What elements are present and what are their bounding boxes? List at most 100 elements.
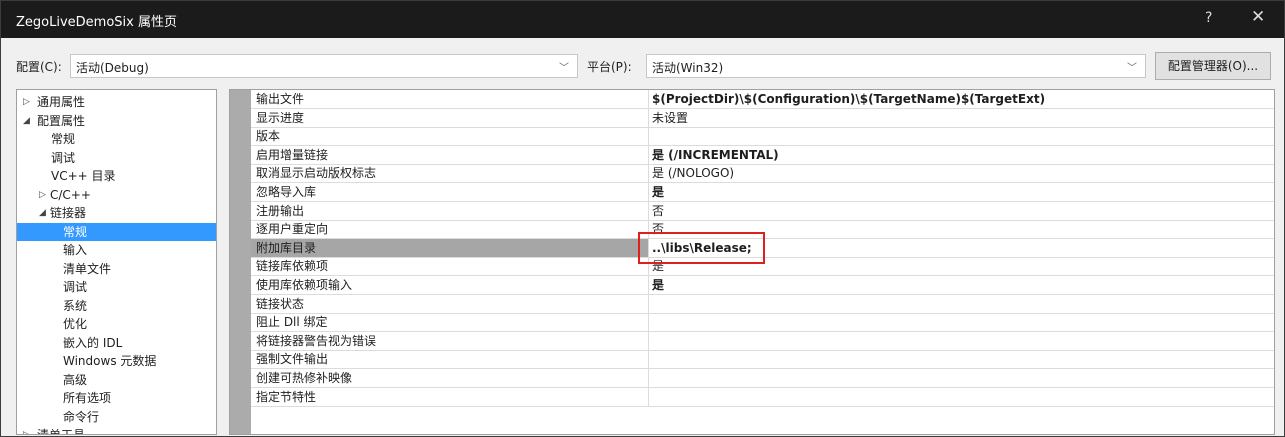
- tree-item[interactable]: Windows 元数据: [17, 352, 216, 370]
- property-name: 指定节特性: [251, 387, 649, 406]
- tree-item-label: 常规: [63, 224, 88, 239]
- property-name: 强制文件输出: [251, 350, 649, 369]
- highlight-box: [638, 232, 765, 264]
- tree-item[interactable]: 清单文件: [17, 260, 216, 278]
- tree-item-label: 输入: [63, 243, 88, 257]
- tree-item[interactable]: 输入: [17, 241, 216, 259]
- tree-item-label: 链接器: [50, 206, 87, 220]
- tree-item-label: C/C++: [50, 187, 91, 202]
- tree-item-label: 优化: [63, 317, 88, 331]
- property-value[interactable]: 是 (/INCREMENTAL): [650, 146, 1274, 164]
- property-value[interactable]: 否: [650, 202, 1274, 220]
- tree-item[interactable]: 调试: [17, 278, 216, 296]
- property-name: 链接状态: [251, 294, 649, 313]
- property-name: 链接库依赖项: [251, 257, 649, 276]
- tree-item[interactable]: 高级: [17, 371, 216, 389]
- property-value[interactable]: 是: [650, 183, 1274, 201]
- tree-item[interactable]: 系统: [17, 297, 216, 315]
- configuration-bar: 配置(C): 活动(Debug) ﹀ 平台(P): 活动(Win32) ﹀ 配置…: [1, 46, 1284, 86]
- tree-item-label: 通用属性: [37, 95, 86, 109]
- property-name: 使用库依赖项输入: [251, 276, 649, 294]
- property-value[interactable]: [650, 388, 1274, 406]
- tree-item[interactable]: VC++ 目录: [17, 167, 216, 185]
- tree-item-label: 命令行: [63, 409, 100, 424]
- property-name: 创建可热修补映像: [251, 369, 649, 387]
- tree-item-label: 配置属性: [37, 113, 86, 128]
- property-row[interactable]: 指定节特性: [251, 387, 1274, 407]
- tree-item-label: 系统: [63, 298, 88, 313]
- tree-item[interactable]: 调试: [17, 149, 216, 167]
- property-value[interactable]: [650, 295, 1274, 313]
- tree-item[interactable]: 命令行: [17, 408, 216, 426]
- property-name: 将链接器警告视为错误: [251, 331, 649, 350]
- chevron-down-icon: ﹀: [559, 63, 569, 74]
- property-name: 输出文件: [251, 90, 649, 108]
- tree-item[interactable]: 优化: [17, 315, 216, 333]
- property-value[interactable]: [650, 350, 1274, 368]
- tree-item[interactable]: ▷ 通用属性: [17, 93, 216, 111]
- expand-arrow-icon[interactable]: ▷: [39, 186, 46, 204]
- property-row[interactable]: 显示进度 未设置: [251, 108, 1274, 128]
- tree-item[interactable]: ◢ 链接器: [17, 204, 216, 222]
- chevron-down-icon: ﹀: [1127, 63, 1137, 74]
- tree-item-label: 嵌入的 IDL: [63, 335, 123, 350]
- property-name: 逐用户重定向: [251, 220, 649, 239]
- property-row[interactable]: 将链接器警告视为错误: [251, 331, 1274, 351]
- property-row[interactable]: 取消显示启动版权标志是 (/NOLOGO): [251, 164, 1274, 184]
- tree-item[interactable]: 所有选项: [17, 389, 216, 407]
- config-manager-button[interactable]: 配置管理器(O)...: [1155, 52, 1271, 80]
- property-row[interactable]: 使用库依赖项输入是: [251, 276, 1274, 295]
- tree-item[interactable]: ◢ 配置属性: [17, 112, 216, 130]
- property-pages-window: ZegoLiveDemoSix 属性页 ? ✕ 配置(C): 活动(Debug)…: [0, 0, 1285, 437]
- property-row[interactable]: 输出文件 $(ProjectDir)\$(Configuration)\$(Tar…: [251, 90, 1274, 109]
- property-row[interactable]: 注册输出否: [251, 201, 1274, 221]
- property-row[interactable]: 版本: [251, 127, 1274, 147]
- property-value[interactable]: 是: [650, 276, 1274, 294]
- window-title: ZegoLiveDemoSix 属性页: [16, 15, 177, 30]
- title-bar: ZegoLiveDemoSix 属性页 ? ✕: [1, 1, 1284, 38]
- expand-arrow-icon[interactable]: ▷: [23, 426, 30, 434]
- close-icon[interactable]: ✕: [1251, 7, 1265, 27]
- property-value[interactable]: 是 (/NOLOGO): [650, 164, 1274, 182]
- property-row[interactable]: 链接状态: [251, 294, 1274, 314]
- property-name: 启用增量链接: [251, 145, 649, 164]
- collapse-arrow-icon[interactable]: ◢: [39, 204, 46, 222]
- property-name: 版本: [251, 127, 649, 146]
- property-row[interactable]: 强制文件输出: [251, 350, 1274, 370]
- tree-item-label: Windows 元数据: [63, 354, 157, 368]
- platform-dropdown[interactable]: 活动(Win32) ﹀: [646, 54, 1146, 78]
- tree-item[interactable]: 常规: [17, 130, 216, 148]
- tree-item[interactable]: 常规: [17, 222, 216, 241]
- collapse-arrow-icon[interactable]: ◢: [23, 112, 30, 130]
- property-value[interactable]: $(ProjectDir)\$(Configuration)\$(TargetN…: [650, 90, 1274, 108]
- property-name: 取消显示启动版权标志: [251, 164, 649, 183]
- tree-item[interactable]: 嵌入的 IDL: [17, 334, 216, 352]
- tree-item-label: 调试: [51, 150, 76, 165]
- property-name: 阻止 Dll 绑定: [251, 313, 649, 332]
- help-icon[interactable]: ?: [1205, 10, 1212, 26]
- property-row[interactable]: 忽略导入库是: [251, 183, 1274, 202]
- expand-arrow-icon[interactable]: ▷: [23, 93, 30, 111]
- property-value[interactable]: [650, 369, 1274, 387]
- property-name: 附加库目录: [251, 238, 649, 257]
- tree-item[interactable]: ▷ 清单工具: [17, 426, 216, 434]
- platform-label: 平台(P):: [587, 60, 632, 74]
- tree-item-label: 所有选项: [63, 391, 112, 405]
- property-row[interactable]: 创建可热修补映像: [251, 369, 1274, 388]
- tree-item-label: VC++ 目录: [51, 169, 116, 183]
- config-dropdown[interactable]: 活动(Debug) ﹀: [70, 54, 578, 78]
- property-value[interactable]: [650, 332, 1274, 350]
- category-tree[interactable]: ▷ 通用属性 ◢ 配置属性 常规 调试 VC++ 目录 ▷ C/C++ ◢ 链接器 常规 输入 清单文件调…: [16, 89, 217, 435]
- property-row[interactable]: 启用增量链接是 (/INCREMENTAL): [251, 145, 1274, 165]
- tree-item-label: 常规: [51, 132, 76, 146]
- property-value[interactable]: [650, 127, 1274, 145]
- tree-item[interactable]: ▷ C/C++: [17, 186, 216, 204]
- grid-gutter: [230, 90, 251, 434]
- property-value[interactable]: 未设置: [650, 109, 1274, 127]
- tree-item-label: 清单文件: [63, 261, 112, 276]
- tree-item-label: 调试: [63, 280, 88, 294]
- property-name: 忽略导入库: [251, 183, 649, 201]
- property-name: 注册输出: [251, 201, 649, 220]
- property-value[interactable]: [650, 313, 1274, 331]
- property-row[interactable]: 阻止 Dll 绑定: [251, 313, 1274, 333]
